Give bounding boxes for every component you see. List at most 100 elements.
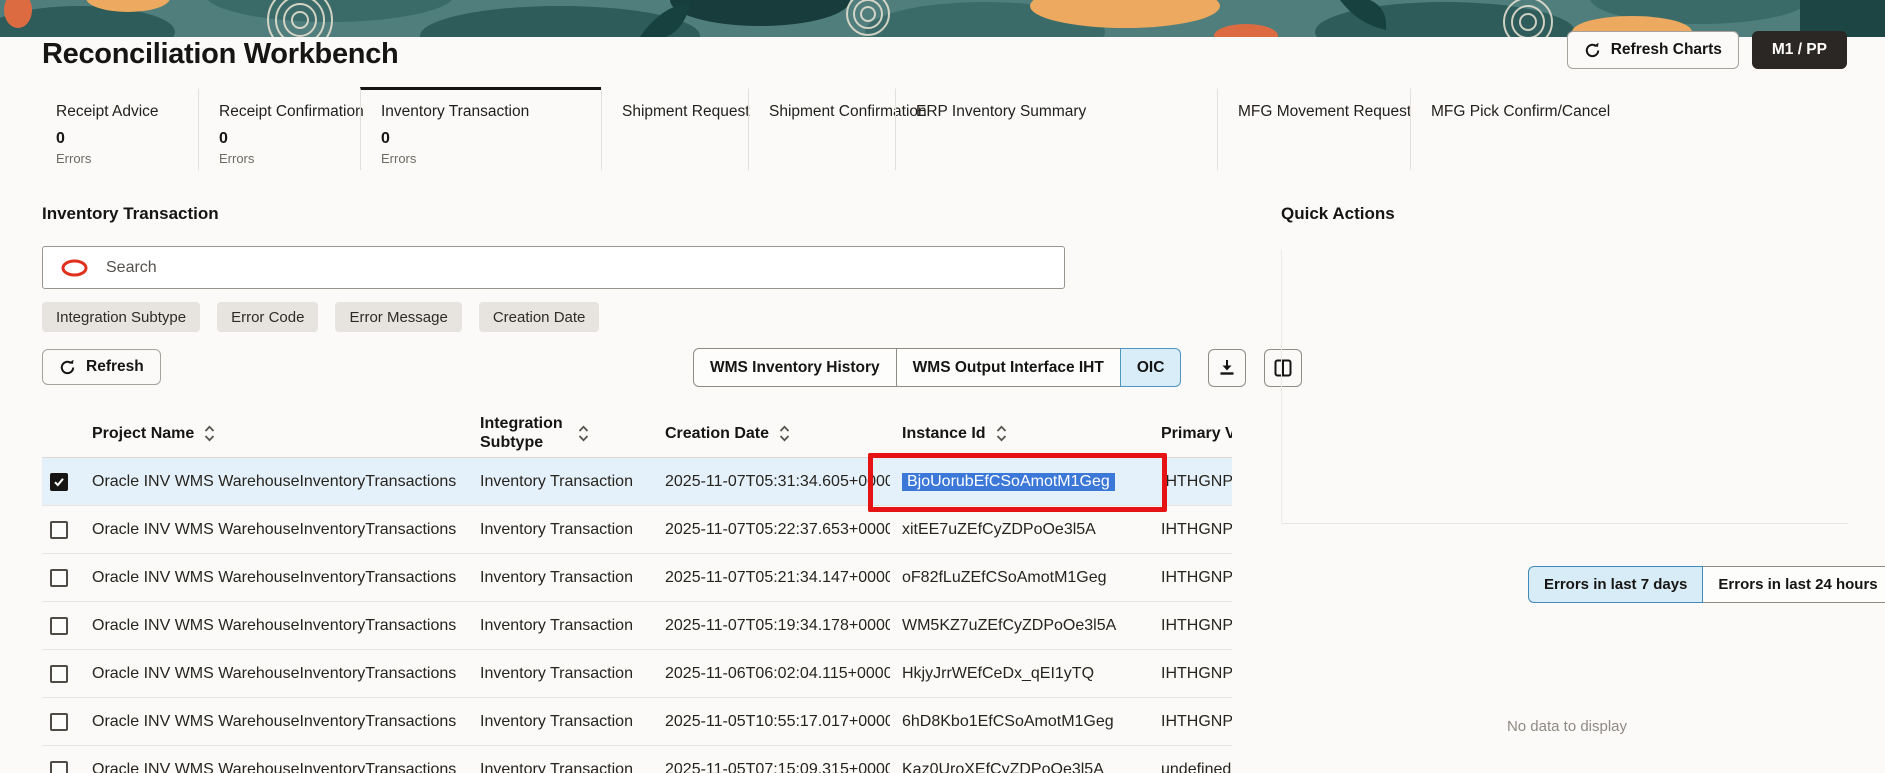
tab-inventory-transaction[interactable]: Inventory Transaction 0 Errors: [360, 87, 601, 170]
environment-label: M1 / PP: [1771, 41, 1827, 58]
download-button[interactable]: [1208, 348, 1247, 387]
row-checkbox[interactable]: [50, 760, 68, 773]
cell-project-name: Oracle INV WMS WarehouseInventoryTransac…: [92, 616, 457, 634]
cell-project-name: Oracle INV WMS WarehouseInventoryTransac…: [92, 568, 457, 586]
cell-project-name: Oracle INV WMS WarehouseInventoryTransac…: [92, 712, 457, 730]
table-row[interactable]: Oracle INV WMS WarehouseInventoryTransac…: [42, 746, 1232, 773]
table-row[interactable]: Oracle INV WMS WarehouseInventoryTransac…: [42, 602, 1232, 650]
row-checkbox[interactable]: [50, 472, 68, 491]
oracle-search-icon: [61, 259, 88, 277]
section-title: Inventory Transaction: [42, 204, 219, 223]
error-count: 0: [56, 130, 65, 147]
row-checkbox[interactable]: [50, 664, 68, 683]
wms-inventory-history-button[interactable]: WMS Inventory History: [693, 348, 897, 387]
errors-last-24-hours-button[interactable]: Errors in last 24 hours: [1702, 566, 1885, 603]
cell-project-name: Oracle INV WMS WarehouseInventoryTransac…: [92, 472, 457, 490]
sort-icon[interactable]: [996, 425, 1007, 442]
cell-instance-id[interactable]: WM5KZ7uZEfCyZDPoOe3l5A: [890, 617, 1145, 635]
filter-chip-integration-subtype[interactable]: Integration Subtype: [42, 302, 201, 332]
refresh-icon: [1584, 42, 1601, 59]
search-input[interactable]: [106, 258, 1064, 277]
cell-integration-subtype: Inventory Transaction: [480, 472, 633, 490]
header-integration-subtype[interactable]: Integration Subtype: [464, 415, 650, 453]
table-row[interactable]: Oracle INV WMS WarehouseInventoryTransac…: [42, 650, 1232, 698]
cell-integration-subtype: Inventory Transaction: [480, 616, 633, 634]
cell-project-name: Oracle INV WMS WarehouseInventoryTransac…: [92, 520, 457, 538]
page-title: Reconciliation Workbench: [42, 38, 399, 70]
cell-instance-id[interactable]: Kaz0UroXEfCyZDPoOe3l5A: [890, 761, 1145, 773]
header-instance-id[interactable]: Instance Id: [890, 425, 1145, 443]
header-creation-date[interactable]: Creation Date: [650, 425, 890, 443]
filter-chip-row: Integration Subtype Error Code Error Mes…: [42, 302, 600, 332]
tab-receipt-advice[interactable]: Receipt Advice 0 Errors: [36, 87, 198, 170]
tab-mfg-movement-request[interactable]: MFG Movement Request: [1217, 87, 1411, 170]
download-icon: [1218, 359, 1236, 377]
cell-creation-date: 2025-11-07T05:22:37.653+0000: [665, 520, 890, 538]
tab-receipt-confirmation[interactable]: Receipt Confirmation 0 Errors: [198, 87, 364, 170]
errors-last-7-days-button[interactable]: Errors in last 7 days: [1528, 566, 1704, 603]
search-box[interactable]: [42, 246, 1065, 289]
cell-primary-value: IHTHGNPI: [1161, 712, 1232, 730]
tab-shipment-confirmation[interactable]: Shipment Confirmation: [748, 87, 927, 170]
empty-chart-message: No data to display: [1506, 718, 1628, 735]
cell-integration-subtype: Inventory Transaction: [480, 712, 633, 730]
error-count: 0: [219, 130, 228, 147]
selected-instance-id-text: BjoUorubEfCSoAmotM1Geg: [902, 472, 1115, 491]
cell-instance-id[interactable]: BjoUorubEfCSoAmotM1Geg: [890, 472, 1145, 491]
table-toolbar: WMS Inventory History WMS Output Interfa…: [693, 348, 1303, 387]
cell-primary-value: IHTHGNPI: [1161, 520, 1232, 538]
cell-integration-subtype: Inventory Transaction: [480, 568, 633, 586]
cell-primary-value: IHTHGNPI: [1161, 664, 1232, 682]
filter-chip-error-message[interactable]: Error Message: [335, 302, 462, 332]
filter-chip-creation-date[interactable]: Creation Date: [478, 302, 600, 332]
columns-icon: [1274, 359, 1292, 377]
cell-project-name: Oracle INV WMS WarehouseInventoryTransac…: [92, 760, 457, 773]
tab-mfg-pick-confirm-cancel[interactable]: MFG Pick Confirm/Cancel: [1410, 87, 1885, 170]
sort-icon[interactable]: [578, 425, 589, 442]
header-project-name[interactable]: Project Name: [86, 425, 464, 443]
refresh-charts-button[interactable]: Refresh Charts: [1566, 31, 1739, 69]
table-row[interactable]: Oracle INV WMS WarehouseInventoryTransac…: [42, 554, 1232, 602]
filter-chip-error-code[interactable]: Error Code: [217, 302, 319, 332]
row-checkbox[interactable]: [50, 712, 68, 731]
error-count-caption: Errors: [381, 151, 417, 166]
cell-primary-value: undefined: [1161, 760, 1232, 773]
table-row[interactable]: Oracle INV WMS WarehouseInventoryTransac…: [42, 458, 1232, 506]
row-checkbox[interactable]: [50, 520, 68, 539]
cell-primary-value: IHTHGNPI: [1161, 568, 1232, 586]
cell-creation-date: 2025-11-05T07:15:09.315+0000: [665, 760, 890, 773]
error-count-caption: Errors: [56, 151, 92, 166]
quick-actions-title: Quick Actions: [1281, 204, 1395, 223]
cell-integration-subtype: Inventory Transaction: [480, 760, 633, 773]
error-count: 0: [381, 130, 390, 147]
manage-columns-button[interactable]: [1264, 348, 1303, 387]
cell-creation-date: 2025-11-05T10:55:17.017+0000: [665, 712, 890, 730]
cell-creation-date: 2025-11-07T05:21:34.147+0000: [665, 568, 890, 586]
row-checkbox[interactable]: [50, 616, 68, 635]
error-count-caption: Errors: [219, 151, 255, 166]
cell-instance-id[interactable]: 6hD8Kbo1EfCSoAmotM1Geg: [890, 713, 1145, 731]
cell-creation-date: 2025-11-07T05:31:34.605+0000: [665, 472, 890, 490]
sort-icon[interactable]: [779, 425, 790, 442]
reconciliation-workbench-app: Reconciliation Workbench Refresh Charts …: [0, 0, 1885, 773]
table-row[interactable]: Oracle INV WMS WarehouseInventoryTransac…: [42, 506, 1232, 554]
tab-erp-inventory-summary[interactable]: ERP Inventory Summary: [895, 87, 1217, 170]
refresh-icon: [59, 359, 76, 376]
row-checkbox[interactable]: [50, 568, 68, 587]
refresh-label: Refresh: [86, 358, 144, 375]
refresh-charts-label: Refresh Charts: [1610, 41, 1722, 58]
oic-button[interactable]: OIC: [1119, 348, 1182, 387]
cell-integration-subtype: Inventory Transaction: [480, 664, 633, 682]
cell-instance-id[interactable]: xitEE7uZEfCyZDPoOe3l5A: [890, 521, 1145, 539]
cell-instance-id[interactable]: oF82fLuZEfCSoAmotM1Geg: [890, 569, 1145, 587]
table-row[interactable]: Oracle INV WMS WarehouseInventoryTransac…: [42, 698, 1232, 746]
wms-output-interface-iht-button[interactable]: WMS Output Interface IHT: [895, 348, 1121, 387]
tab-shipment-request[interactable]: Shipment Request: [601, 87, 750, 170]
cell-creation-date: 2025-11-06T06:02:04.115+0000: [665, 664, 890, 682]
tab-strip: Receipt Advice 0 Errors Receipt Confirma…: [36, 87, 1885, 170]
header-primary-value[interactable]: Primary V: [1145, 425, 1232, 443]
environment-button[interactable]: M1 / PP: [1751, 31, 1847, 69]
cell-instance-id[interactable]: HkjyJrrWEfCeDx_qEI1yTQ: [890, 665, 1145, 683]
sort-icon[interactable]: [204, 425, 215, 442]
refresh-button[interactable]: Refresh: [42, 349, 161, 385]
